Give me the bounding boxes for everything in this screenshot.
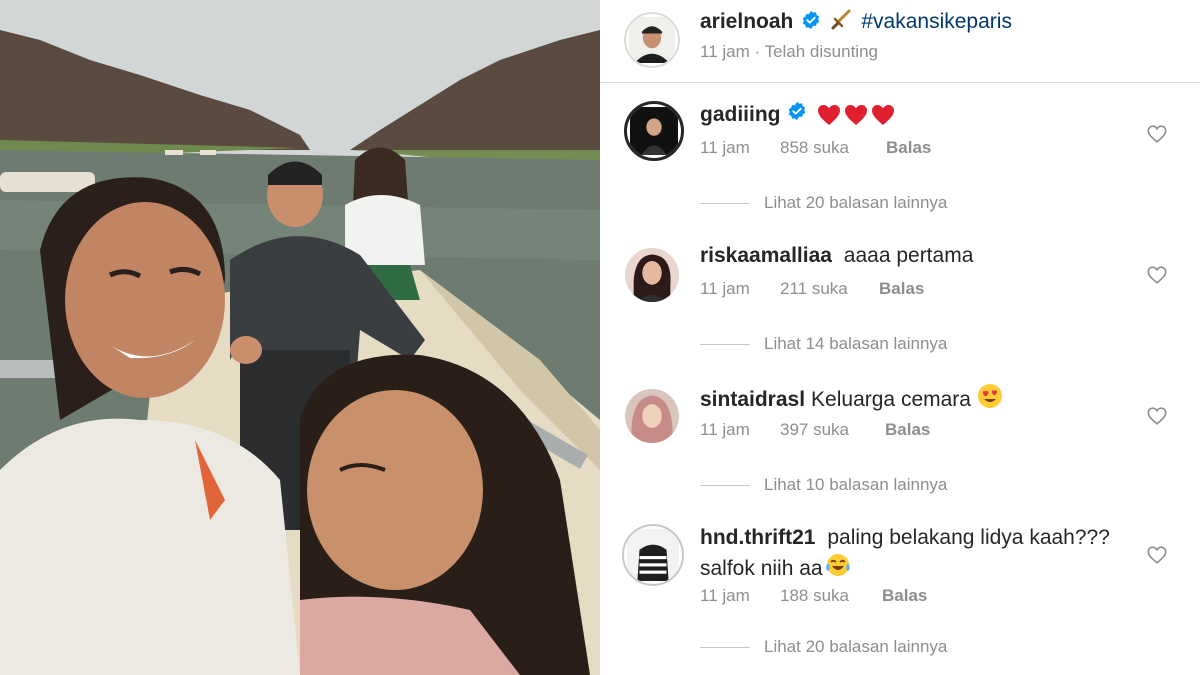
author-avatar-image — [629, 17, 675, 63]
reply-button[interactable]: Balas — [879, 279, 924, 299]
heart-outline-icon — [1147, 407, 1167, 425]
tears-of-joy-emoji-icon — [825, 552, 851, 586]
like-comment-button[interactable] — [1146, 264, 1168, 286]
sword-emoji-icon — [829, 8, 853, 37]
commenter-avatar[interactable] — [624, 101, 684, 161]
replies-divider — [700, 202, 750, 204]
reply-button[interactable]: Balas — [882, 586, 927, 606]
verified-badge-icon — [801, 10, 821, 35]
comment-item: gadiiing 11 jam 858 suka Balas Lihat 20 … — [600, 83, 1200, 224]
commenter-avatar[interactable] — [625, 389, 679, 443]
post-author-username[interactable]: arielnoah — [700, 10, 793, 34]
commenter-avatar[interactable] — [625, 248, 679, 302]
comment-username[interactable]: gadiiing — [700, 101, 781, 129]
commenter-avatar-image — [627, 529, 679, 581]
comment-likes-count[interactable]: 858 suka — [780, 138, 886, 158]
comment-text: aaaa pertama — [843, 244, 974, 267]
comment-likes-count[interactable]: 188 suka — [780, 586, 882, 606]
view-replies-link[interactable]: Lihat 10 balasan lainnya — [700, 475, 947, 495]
comment-time: 11 jam — [700, 586, 750, 605]
like-comment-button[interactable] — [1146, 123, 1168, 145]
comment-time: 11 jam — [700, 420, 750, 439]
comment-username[interactable]: hnd.thrift21 — [700, 526, 816, 549]
view-replies-label: Lihat 20 balasan lainnya — [764, 637, 948, 656]
comment-text-line2: salfok niih aa — [700, 557, 823, 580]
comment-text: Keluarga cemara — [811, 388, 971, 411]
comment-item: riskaamalliaa aaaa pertama 11 jam 211 su… — [600, 224, 1200, 365]
comment-text: paling belakang lidya kaah??? — [827, 526, 1110, 549]
commenter-avatar-image — [625, 389, 679, 443]
like-comment-button[interactable] — [1146, 405, 1168, 427]
commenter-avatar-image — [625, 248, 679, 302]
comment-time: 11 jam — [700, 138, 750, 157]
photo-illustration — [0, 0, 600, 675]
view-replies-link[interactable]: Lihat 20 balasan lainnya — [700, 637, 947, 657]
reply-button[interactable]: Balas — [885, 420, 930, 440]
post-timestamp: 11 jam · Telah disunting — [700, 42, 878, 61]
comment-item: sintaidrasl Keluarga cemara 11 jam 397 s… — [600, 365, 1200, 506]
replies-divider — [700, 484, 750, 486]
comment-username[interactable]: sintaidrasl — [700, 386, 805, 414]
heart-outline-icon — [1147, 546, 1167, 564]
heart-outline-icon — [1147, 266, 1167, 284]
heart-eyes-emoji-icon — [977, 383, 1003, 417]
comment-item: hnd.thrift21 paling belakang lidya kaah?… — [600, 506, 1200, 675]
replies-divider — [700, 646, 750, 648]
view-replies-link[interactable]: Lihat 20 balasan lainnya — [700, 193, 947, 213]
comment-username[interactable]: riskaamalliaa — [700, 244, 832, 267]
comment-time: 11 jam — [700, 279, 750, 298]
post-caption-hashtag[interactable]: #vakansikeparis — [861, 10, 1012, 34]
heart-outline-icon — [1147, 125, 1167, 143]
post-header: arielnoah #vakansikeparis 11 jam · Telah… — [600, 0, 1200, 83]
view-replies-label: Lihat 10 balasan lainnya — [764, 475, 948, 494]
comment-likes-count[interactable]: 397 suka — [780, 420, 885, 440]
view-replies-label: Lihat 20 balasan lainnya — [764, 193, 948, 212]
post-photo[interactable] — [0, 0, 600, 675]
red-heart-emoji-icon — [817, 104, 895, 126]
like-comment-button[interactable] — [1146, 544, 1168, 566]
comment-likes-count[interactable]: 211 suka — [780, 279, 879, 299]
view-replies-label: Lihat 14 balasan lainnya — [764, 334, 948, 353]
author-avatar[interactable] — [624, 12, 680, 68]
reply-button[interactable]: Balas — [886, 138, 931, 158]
verified-badge-icon — [787, 101, 807, 129]
view-replies-link[interactable]: Lihat 14 balasan lainnya — [700, 334, 947, 354]
commenter-avatar[interactable] — [622, 524, 684, 586]
comments-panel: arielnoah #vakansikeparis 11 jam · Telah… — [600, 0, 1200, 675]
replies-divider — [700, 343, 750, 345]
commenter-avatar-image — [630, 107, 678, 155]
